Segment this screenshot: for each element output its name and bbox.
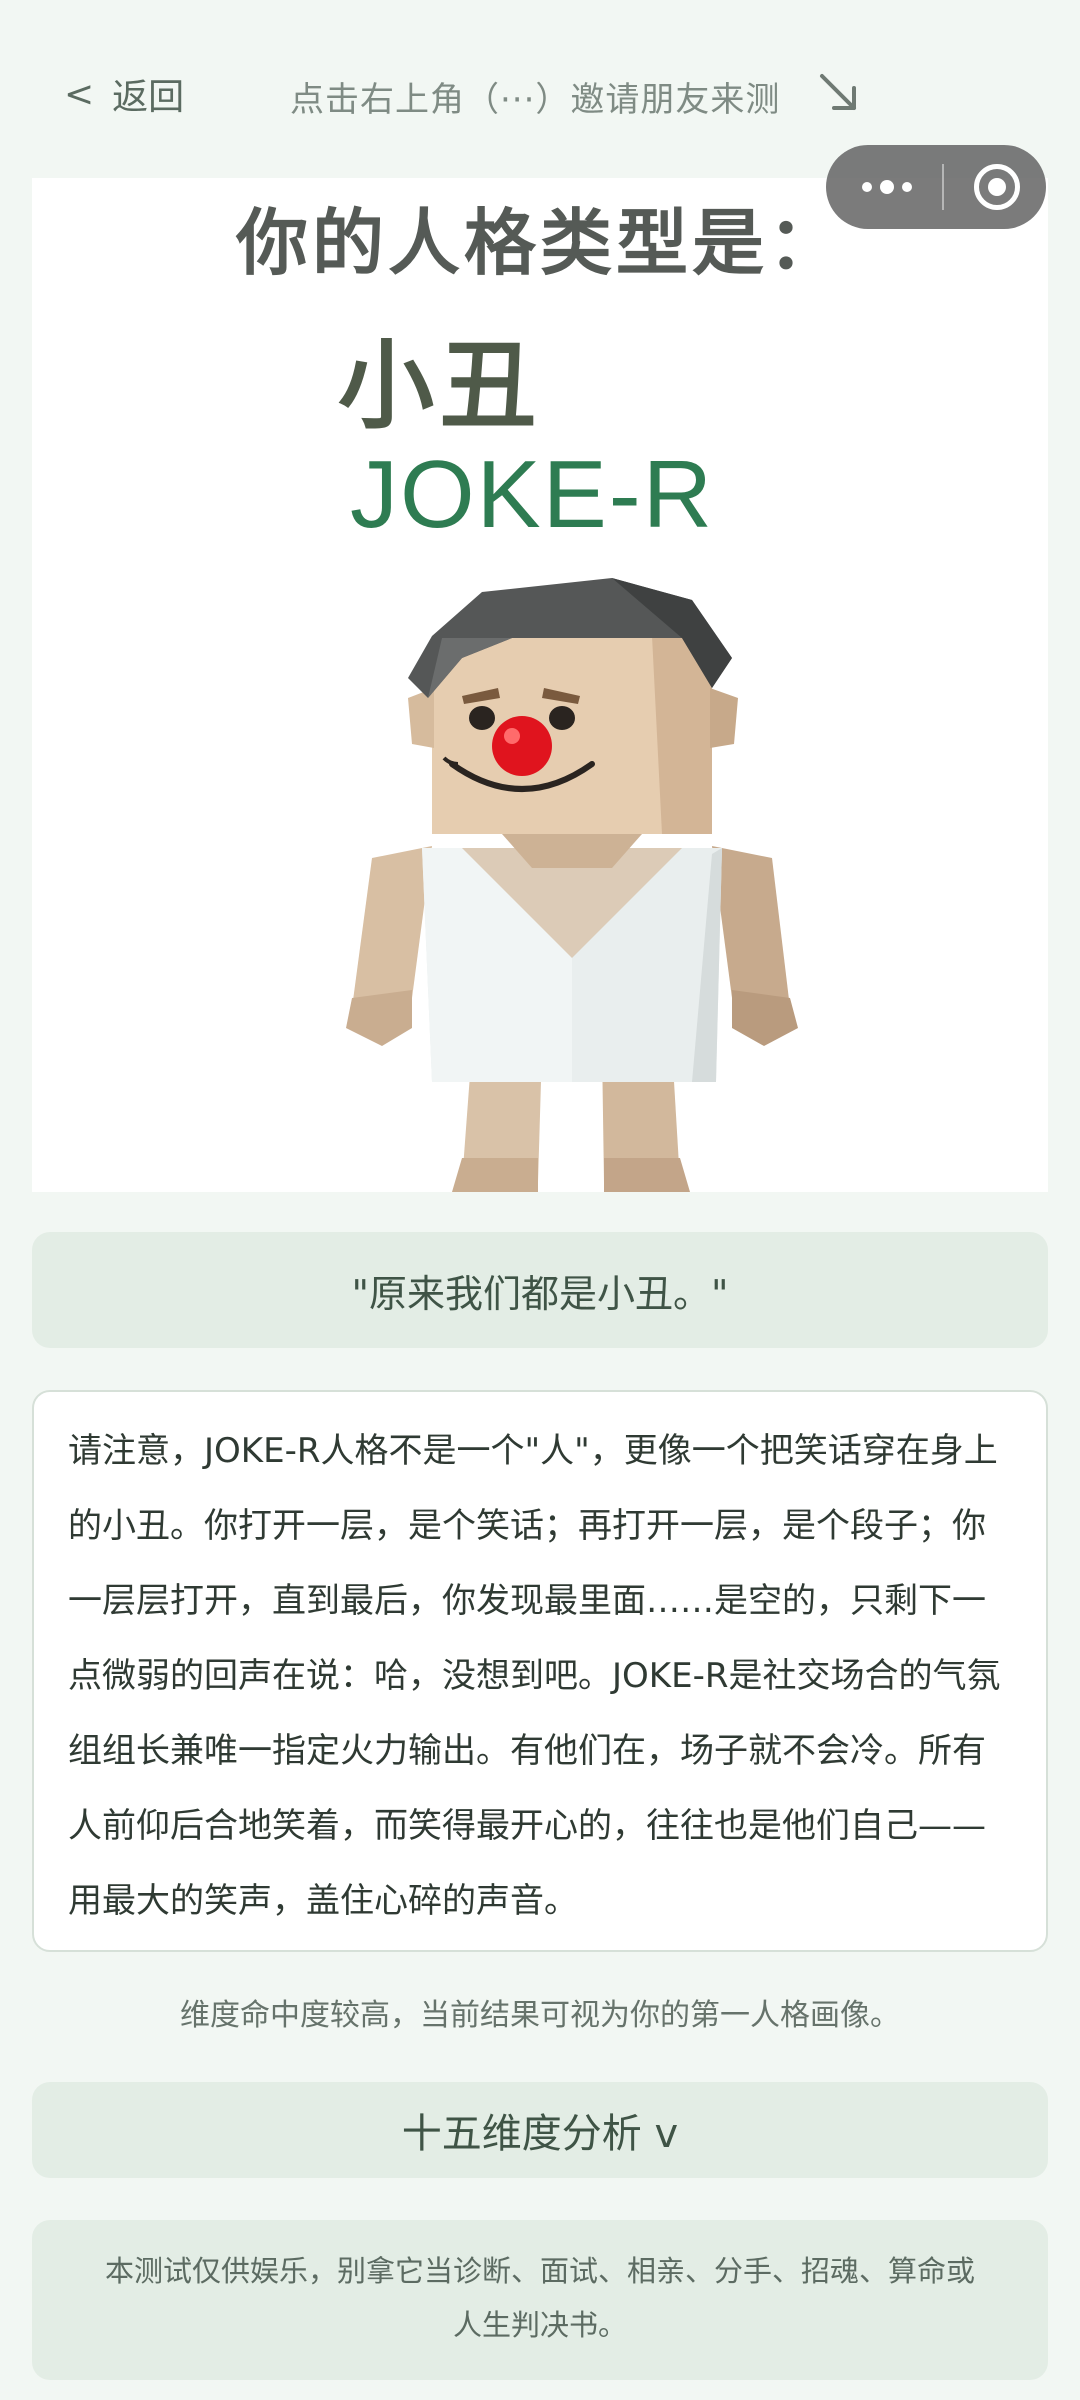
back-chevron-icon: < xyxy=(64,73,95,115)
result-image: 你的人格类型是： 小丑 JOKE-R xyxy=(32,178,1048,1192)
capsule-divider xyxy=(942,164,944,210)
arrow-down-right-icon xyxy=(820,74,856,110)
disclaimer-text: 本测试仅供娱乐，别拿它当诊断、面试、相亲、分手、招魂、算命或人生判决书。 xyxy=(104,2254,975,2342)
back-button[interactable]: < 返回 xyxy=(64,68,184,120)
personality-type-name: 小丑 xyxy=(338,330,542,442)
personality-type-code: JOKE-R xyxy=(350,441,715,548)
mini-program-capsule xyxy=(826,145,1046,229)
target-close-icon[interactable] xyxy=(974,164,1020,210)
more-dots-icon[interactable] xyxy=(862,180,912,194)
description-card: 请注意，JOKE-R人格不是一个"人"，更像一个把笑话穿在身上的小丑。你打开一层… xyxy=(32,1390,1048,1952)
clown-figure-illustration xyxy=(346,578,798,1192)
result-page: < 返回 点击右上角（···）邀请朋友来测 你的人格类型是： 小丑 JOKE-R xyxy=(0,0,1080,2400)
disclaimer-card: 本测试仅供娱乐，别拿它当诊断、面试、相亲、分手、招魂、算命或人生判决书。 xyxy=(32,2220,1048,2380)
quote-text: "原来我们都是小丑。" xyxy=(351,1271,729,1316)
description-text: 请注意，JOKE-R人格不是一个"人"，更像一个把笑话穿在身上的小丑。你打开一层… xyxy=(68,1431,1001,1921)
confidence-note: 维度命中度较高，当前结果可视为你的第一人格画像。 xyxy=(180,1998,900,2033)
invite-hint: 点击右上角（···）邀请朋友来测 xyxy=(290,80,781,120)
quote-card: "原来我们都是小丑。" xyxy=(32,1232,1048,1348)
back-label: 返回 xyxy=(112,77,185,118)
dimension-analysis-button[interactable]: 十五维度分析 v xyxy=(32,2082,1048,2178)
